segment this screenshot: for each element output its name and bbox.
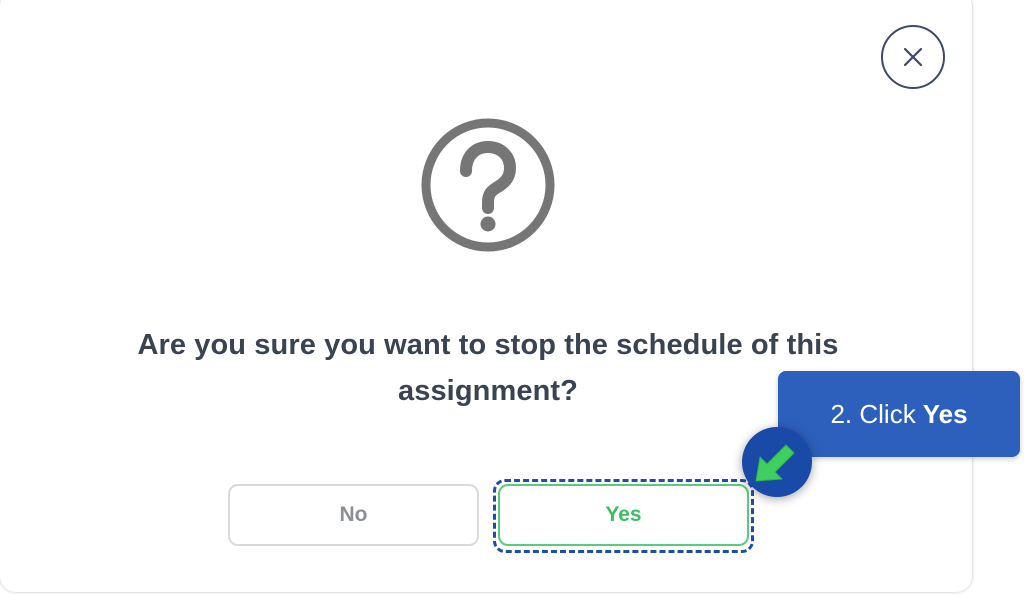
question-circle-icon	[421, 118, 555, 252]
guide-step-text: 2. Click	[830, 398, 916, 429]
guide-pointer	[742, 427, 812, 497]
no-button[interactable]: No	[228, 484, 479, 546]
yes-button[interactable]: Yes	[498, 484, 749, 546]
confirmation-dialog: Are you sure you want to stop the schedu…	[0, 0, 972, 592]
close-icon	[903, 47, 923, 67]
guide-step-target: Yes	[922, 398, 968, 429]
arrow-pointer-icon	[755, 444, 795, 482]
guide-tooltip: 2. Click Yes	[778, 371, 1020, 457]
close-button[interactable]	[881, 25, 945, 89]
